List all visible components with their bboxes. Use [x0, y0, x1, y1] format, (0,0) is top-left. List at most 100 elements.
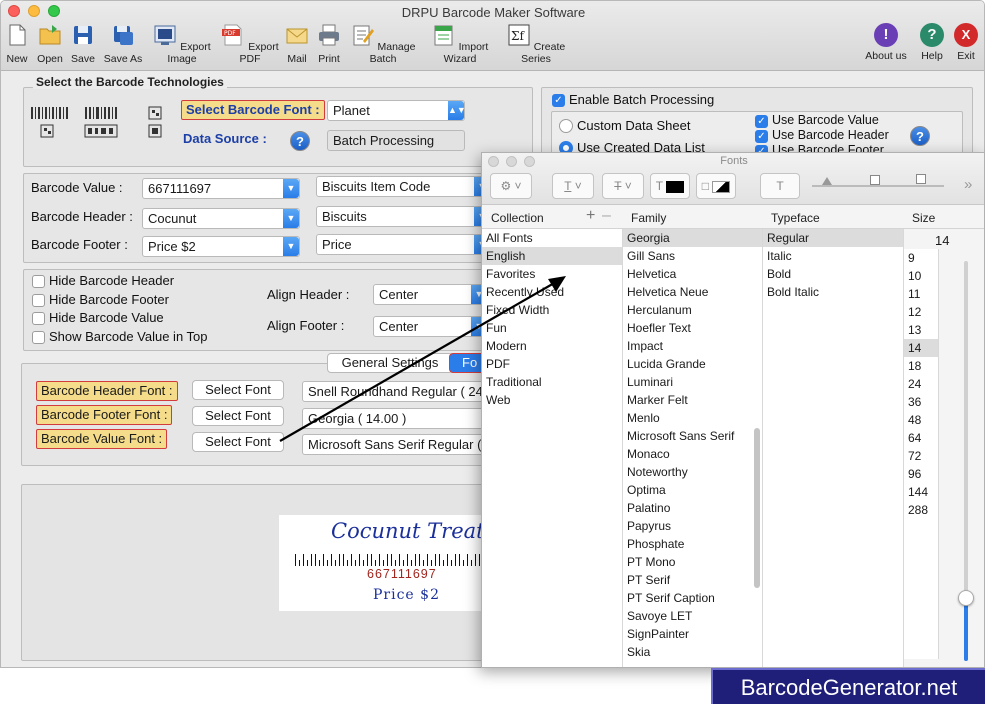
font-family-item[interactable]: PT Serif — [623, 571, 762, 589]
text-strikethrough-menu[interactable]: T ˅ — [602, 173, 644, 199]
font-size-item[interactable]: 12 — [904, 303, 938, 321]
hide-barcode-value-checkbox[interactable] — [32, 312, 45, 325]
document-color-button[interactable]: □ — [696, 173, 736, 199]
font-size-item[interactable]: 9 — [904, 249, 938, 267]
remove-collection-button[interactable]: – — [602, 207, 611, 225]
show-value-top-checkbox[interactable] — [32, 331, 45, 344]
align-header-select[interactable]: Center ▼ — [373, 284, 488, 305]
family-scrollbar[interactable] — [754, 428, 760, 588]
family-list[interactable]: Georgia Gill Sans Helvetica Helvetica Neue H… — [623, 229, 763, 667]
collection-item[interactable]: Fun — [482, 319, 622, 337]
hide-barcode-footer-checkbox[interactable] — [32, 294, 45, 307]
font-size-item[interactable]: 18 — [904, 357, 938, 375]
font-family-item[interactable]: Menlo — [623, 409, 762, 427]
size-input[interactable]: 14 — [935, 233, 949, 248]
font-family-item[interactable]: Monaco — [623, 445, 762, 463]
font-size-item[interactable]: 288 — [904, 501, 938, 519]
font-family-item[interactable]: Savoye LET — [623, 607, 762, 625]
font-size-item[interactable]: 64 — [904, 429, 938, 447]
font-family-item[interactable]: Palatino — [623, 499, 762, 517]
size-list[interactable]: 9 10 11 12 13 14 18 24 36 48 64 72 96 144 288 — [904, 249, 939, 659]
font-family-item[interactable]: Impact — [623, 337, 762, 355]
font-family-item[interactable]: Lucida Grande — [623, 355, 762, 373]
font-size-item[interactable]: 13 — [904, 321, 938, 339]
tab-general-settings[interactable]: General Settings — [327, 353, 453, 373]
use-barcode-header-checkbox[interactable]: ✓ — [755, 130, 768, 143]
barcode-value-column-select[interactable]: Biscuits Item Code ▼ — [316, 176, 491, 197]
toolbar-open-button[interactable]: Open — [34, 23, 66, 69]
hide-barcode-header-checkbox[interactable] — [32, 275, 45, 288]
font-size-item[interactable]: 96 — [904, 465, 938, 483]
typeface-item[interactable]: Regular — [763, 229, 903, 247]
typeface-item[interactable]: Bold Italic — [763, 283, 903, 301]
custom-data-sheet-radio[interactable] — [559, 119, 573, 133]
select-value-font-button[interactable]: Select Font — [192, 432, 284, 452]
font-family-item[interactable]: Gill Sans — [623, 247, 762, 265]
toolbar-manage-batch-button[interactable]: Manage Batch — [347, 23, 419, 69]
data-source-help-button[interactable]: ? — [290, 131, 310, 151]
barcode-header-column-select[interactable]: Biscuits ▼ — [316, 206, 491, 227]
font-family-item[interactable]: Herculanum — [623, 301, 762, 319]
toolbar-export-image-button[interactable]: Export Image — [149, 23, 215, 69]
collection-item[interactable]: Fixed Width — [482, 301, 622, 319]
typeface-list[interactable]: Regular Italic Bold Bold Italic — [763, 229, 904, 667]
font-size-item[interactable]: 144 — [904, 483, 938, 501]
toolbar-print-button[interactable]: Print — [315, 23, 343, 69]
font-family-item[interactable]: Helvetica Neue — [623, 283, 762, 301]
toolbar-create-series-button[interactable]: Σf Create Series — [501, 23, 571, 69]
toolbar-about-button[interactable]: ! About us — [863, 23, 909, 69]
collection-item[interactable]: PDF — [482, 355, 622, 373]
more-options-icon[interactable]: » — [964, 176, 972, 193]
font-family-item[interactable]: Helvetica — [623, 265, 762, 283]
use-barcode-value-checkbox[interactable]: ✓ — [755, 115, 768, 128]
font-family-item[interactable]: SignPainter — [623, 625, 762, 643]
typeface-item[interactable]: Italic — [763, 247, 903, 265]
barcode-value-select[interactable]: 667111697 ▼ — [142, 178, 300, 199]
font-size-item[interactable]: 72 — [904, 447, 938, 465]
text-underline-menu[interactable]: T ˅ — [552, 173, 594, 199]
toolbar-save-button[interactable]: Save — [68, 23, 98, 69]
typeface-item[interactable]: Bold — [763, 265, 903, 283]
select-header-font-button[interactable]: Select Font — [192, 380, 284, 400]
collection-item[interactable]: Traditional — [482, 373, 622, 391]
collection-item[interactable]: Recently Used — [482, 283, 622, 301]
toolbar-import-wizard-button[interactable]: Import Wizard — [424, 23, 496, 69]
collection-item[interactable]: Favorites — [482, 265, 622, 283]
toolbar-exit-button[interactable]: X Exit — [953, 23, 979, 69]
text-shadow-button[interactable]: T — [760, 173, 800, 199]
select-footer-font-button[interactable]: Select Font — [192, 406, 284, 426]
shadow-offset-slider[interactable] — [898, 185, 944, 187]
font-size-item[interactable]: 11 — [904, 285, 938, 303]
font-family-item[interactable]: Noteworthy — [623, 463, 762, 481]
toolbar-export-pdf-button[interactable]: PDF Export PDF — [220, 23, 280, 69]
font-family-item[interactable]: PT Mono — [623, 553, 762, 571]
barcode-footer-select[interactable]: Price $2 ▼ — [142, 236, 300, 257]
shadow-opacity-slider[interactable] — [812, 185, 858, 187]
font-family-item[interactable]: Optima — [623, 481, 762, 499]
batch-help-button[interactable]: ? — [910, 126, 930, 146]
text-color-button[interactable]: T — [650, 173, 690, 199]
collection-item[interactable]: Modern — [482, 337, 622, 355]
collection-item[interactable]: Web — [482, 391, 622, 409]
font-family-item[interactable]: Microsoft Sans Serif — [623, 427, 762, 445]
font-size-item[interactable]: 10 — [904, 267, 938, 285]
font-family-item[interactable]: Papyrus — [623, 517, 762, 535]
collection-list[interactable]: All Fonts English Favorites Recently Used Fi… — [482, 229, 623, 667]
align-footer-select[interactable]: Center ▼ — [373, 316, 488, 337]
toolbar-save-as-button[interactable]: Save As — [101, 23, 145, 69]
font-family-item[interactable]: Hoefler Text — [623, 319, 762, 337]
toolbar-new-button[interactable]: New — [3, 23, 31, 69]
font-size-item[interactable]: 14 — [904, 339, 938, 357]
font-family-item[interactable]: PT Serif Caption — [623, 589, 762, 607]
barcode-footer-column-select[interactable]: Price ▼ — [316, 234, 491, 255]
font-family-item[interactable]: Luminari — [623, 373, 762, 391]
font-family-item[interactable]: Marker Felt — [623, 391, 762, 409]
shadow-blur-slider[interactable] — [854, 185, 900, 187]
barcode-header-select[interactable]: Cocunut ▼ — [142, 208, 300, 229]
fonts-action-menu[interactable]: ⚙ ˅ — [490, 173, 532, 199]
font-size-item[interactable]: 24 — [904, 375, 938, 393]
font-family-item[interactable]: Phosphate — [623, 535, 762, 553]
enable-batch-checkbox[interactable]: ✓ — [552, 94, 565, 107]
size-slider-knob[interactable] — [958, 590, 974, 606]
collection-item[interactable]: English — [482, 247, 622, 265]
